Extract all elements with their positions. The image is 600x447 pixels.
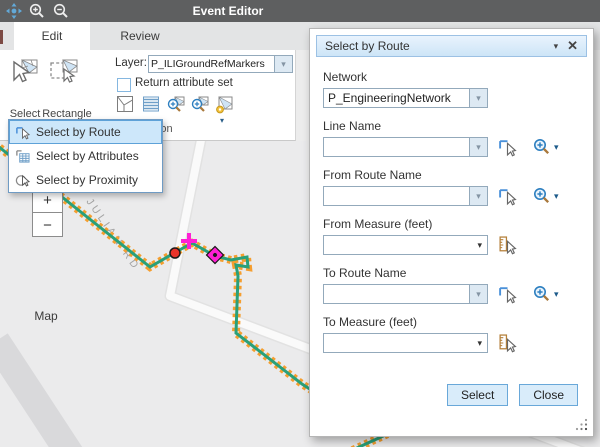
- return-attribute-set-checkbox[interactable]: [117, 78, 131, 92]
- from-measure-combo[interactable]: ▾: [323, 235, 488, 255]
- caret-down-icon: ▾: [476, 192, 481, 201]
- red-point-marker[interactable]: [170, 248, 180, 258]
- menu-item-select-by-route[interactable]: Select by Route: [9, 120, 162, 144]
- from-measure-label: From Measure (feet): [323, 217, 581, 231]
- caret-down-icon: ▾: [476, 94, 481, 103]
- attributes-select-icon: [15, 149, 30, 164]
- pan-icon[interactable]: [6, 3, 22, 19]
- return-attribute-set-label: Return attribute set: [135, 77, 233, 89]
- selection-options-icon[interactable]: [214, 95, 234, 115]
- line-name-dropdown-button[interactable]: ▾: [469, 138, 487, 156]
- caret-down-icon: ▾: [281, 60, 286, 69]
- network-dropdown-button[interactable]: ▾: [469, 89, 487, 107]
- layer-select[interactable]: P_ILIGroundRefMarkers ▾: [148, 55, 293, 73]
- attribute-list-icon[interactable]: [142, 95, 160, 113]
- to-route-dropdown-button[interactable]: ▾: [469, 285, 487, 303]
- from-route-zoom-group[interactable]: ▾: [533, 187, 559, 205]
- line-name-combo[interactable]: ▾: [323, 137, 488, 157]
- selection-options-caret-icon[interactable]: ▾: [220, 117, 224, 125]
- layer-dropdown-button[interactable]: ▾: [274, 56, 292, 72]
- select-button[interactable]: Select: [447, 384, 508, 406]
- panel-header[interactable]: Select by Route ▾ ✕: [316, 35, 587, 57]
- menu-item-select-by-proximity[interactable]: Select by Proximity: [9, 168, 162, 192]
- zoom-selected-alt-icon[interactable]: [190, 95, 210, 115]
- polygon-select-icon[interactable]: [116, 95, 134, 113]
- to-route-picker-icon[interactable]: [498, 285, 517, 304]
- network-value: P_EngineeringNetwork: [324, 89, 469, 107]
- from-route-name-label: From Route Name: [323, 168, 581, 182]
- caret-down-icon[interactable]: ▾: [477, 338, 487, 349]
- select-dropdown-menu: Select by Route Select by Attributes Sel…: [8, 119, 163, 193]
- network-label: Network: [323, 70, 581, 84]
- to-route-name-label: To Route Name: [323, 266, 581, 280]
- panel-button-row: Select Close: [447, 384, 578, 406]
- cropped-icon-sliver: [0, 30, 3, 44]
- menu-item-label: Select by Route: [36, 125, 121, 139]
- tab-edit[interactable]: Edit: [14, 22, 90, 50]
- zoom-out-icon[interactable]: [53, 3, 69, 19]
- caret-down-icon[interactable]: ▾: [477, 240, 487, 251]
- zoom-options-caret-icon[interactable]: ▾: [554, 191, 559, 202]
- select-tool-icon[interactable]: [9, 57, 39, 87]
- event-editor-app: N JULIAN RD + −: [0, 0, 600, 447]
- to-measure-picker-icon[interactable]: [498, 334, 517, 353]
- layer-select-value: P_ILIGroundRefMarkers: [149, 56, 274, 72]
- proximity-select-icon: [15, 173, 30, 188]
- panel-title: Select by Route: [317, 39, 545, 53]
- from-route-name-combo[interactable]: ▾: [323, 186, 488, 206]
- panel-body: Network P_EngineeringNetwork ▾ Line Name…: [310, 57, 593, 353]
- to-route-name-combo[interactable]: ▾: [323, 284, 488, 304]
- rectangle-tool-icon[interactable]: [48, 57, 80, 87]
- menu-item-label: Select by Attributes: [36, 149, 139, 163]
- caret-down-icon: ▾: [476, 290, 481, 299]
- to-measure-label: To Measure (feet): [323, 315, 581, 329]
- line-zoom-group[interactable]: ▾: [533, 138, 559, 156]
- zoom-lookup-icon[interactable]: [533, 285, 551, 303]
- zoom-selected-icon[interactable]: [166, 95, 186, 115]
- zoom-options-caret-icon[interactable]: ▾: [554, 142, 559, 153]
- line-route-picker-icon[interactable]: [498, 138, 517, 157]
- menu-item-label: Select by Proximity: [36, 173, 138, 187]
- panel-collapse-icon[interactable]: ▾: [545, 41, 568, 52]
- tab-map[interactable]: Map: [0, 163, 92, 447]
- select-by-route-panel: Select by Route ▾ ✕ Network P_Engineerin…: [309, 28, 594, 437]
- route-select-icon: [15, 125, 30, 140]
- zoom-options-caret-icon[interactable]: ▾: [554, 289, 559, 300]
- close-icon[interactable]: ✕: [567, 38, 586, 54]
- app-title: Event Editor: [193, 4, 264, 18]
- from-measure-picker-icon[interactable]: [498, 236, 517, 255]
- close-button[interactable]: Close: [519, 384, 578, 406]
- line-name-label: Line Name: [323, 119, 581, 133]
- tab-review[interactable]: Review: [90, 22, 190, 50]
- to-measure-combo[interactable]: ▾: [323, 333, 488, 353]
- zoom-lookup-icon[interactable]: [533, 138, 551, 156]
- app-title-bar: Event Editor: [0, 0, 600, 22]
- resize-grip[interactable]: [575, 418, 588, 431]
- zoom-in-icon[interactable]: [29, 3, 45, 19]
- zoom-lookup-icon[interactable]: [533, 187, 551, 205]
- layer-label: Layer:: [115, 57, 147, 69]
- from-route-picker-icon[interactable]: [498, 187, 517, 206]
- from-route-dropdown-button[interactable]: ▾: [469, 187, 487, 205]
- network-combo[interactable]: P_EngineeringNetwork ▾: [323, 88, 488, 108]
- to-route-zoom-group[interactable]: ▾: [533, 285, 559, 303]
- menu-item-select-by-attributes[interactable]: Select by Attributes: [9, 144, 162, 168]
- caret-down-icon: ▾: [476, 143, 481, 152]
